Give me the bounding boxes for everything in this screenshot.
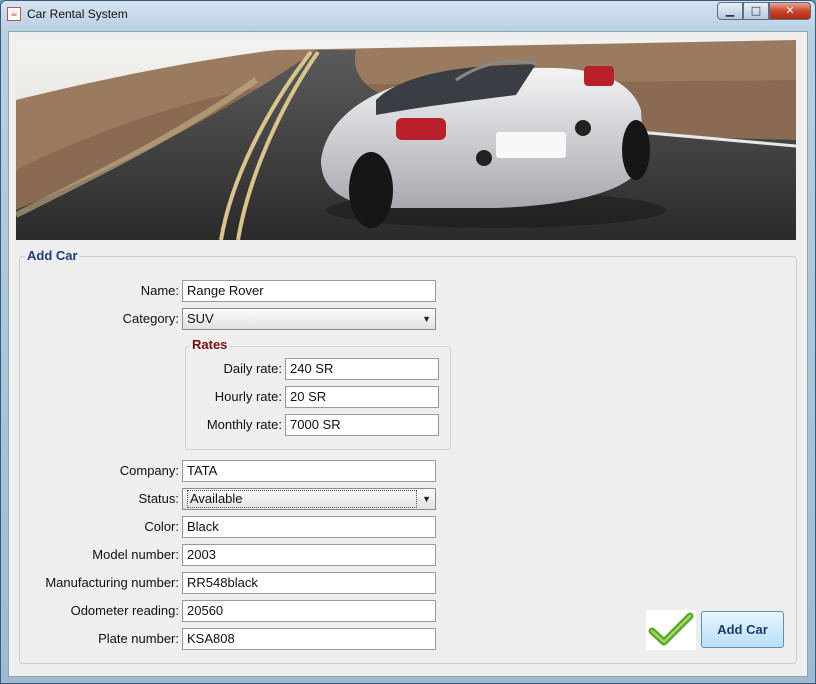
monthly-rate-label: Monthly rate:	[206, 417, 282, 432]
name-label: Name:	[140, 283, 179, 298]
daily-rate-label: Daily rate:	[223, 361, 282, 376]
status-selected-value: Available	[187, 490, 417, 508]
status-dropdown[interactable]: Available ▼	[182, 488, 436, 510]
rates-title: Rates	[189, 337, 231, 352]
daily-rate-field[interactable]: 240 SR	[285, 358, 439, 380]
green-checkmark-icon	[646, 610, 696, 650]
name-field[interactable]: Range Rover	[182, 280, 436, 302]
manufacturing-number-field[interactable]: RR548black	[182, 572, 436, 594]
add-car-button[interactable]: Add Car	[701, 611, 784, 648]
title-bar[interactable]: ☕ Car Rental System ▁ □ ✕	[1, 1, 815, 29]
monthly-rate-field[interactable]: 7000 SR	[285, 414, 439, 436]
java-cup-icon[interactable]: ☕	[7, 7, 21, 21]
minimize-button[interactable]: ▁	[717, 2, 743, 20]
category-label: Category:	[122, 311, 179, 326]
plate-number-field[interactable]: KSA808	[182, 628, 436, 650]
hourly-rate-field[interactable]: 20 SR	[285, 386, 439, 408]
model-number-label: Model number:	[92, 547, 179, 562]
odometer-field[interactable]: 20560	[182, 600, 436, 622]
hourly-rate-label: Hourly rate:	[214, 389, 282, 404]
model-number-field[interactable]: 2003	[182, 544, 436, 566]
color-label: Color:	[144, 519, 179, 534]
company-label: Company:	[119, 463, 179, 478]
odometer-label: Odometer reading:	[70, 603, 179, 618]
window-title: Car Rental System	[27, 7, 128, 21]
color-field[interactable]: Black	[182, 516, 436, 538]
plate-number-label: Plate number:	[98, 631, 179, 646]
company-field[interactable]: TATA	[182, 460, 436, 482]
manufacturing-number-label: Manufacturing number:	[45, 575, 179, 590]
car-banner-image	[16, 40, 796, 240]
chevron-down-icon[interactable]: ▼	[422, 309, 431, 329]
app-window: ☕ Car Rental System ▁ □ ✕ Add Car Name: …	[0, 0, 816, 684]
close-button[interactable]: ✕	[769, 2, 811, 20]
category-dropdown[interactable]: SUV ▼	[182, 308, 436, 330]
category-selected-value: SUV	[187, 311, 214, 326]
add-car-panel-title: Add Car	[25, 248, 80, 263]
content-pane: Add Car Name: Range Rover Category: SUV …	[8, 31, 808, 677]
status-label: Status:	[138, 491, 179, 506]
chevron-down-icon[interactable]: ▼	[422, 489, 431, 509]
maximize-button[interactable]: □	[743, 2, 769, 20]
